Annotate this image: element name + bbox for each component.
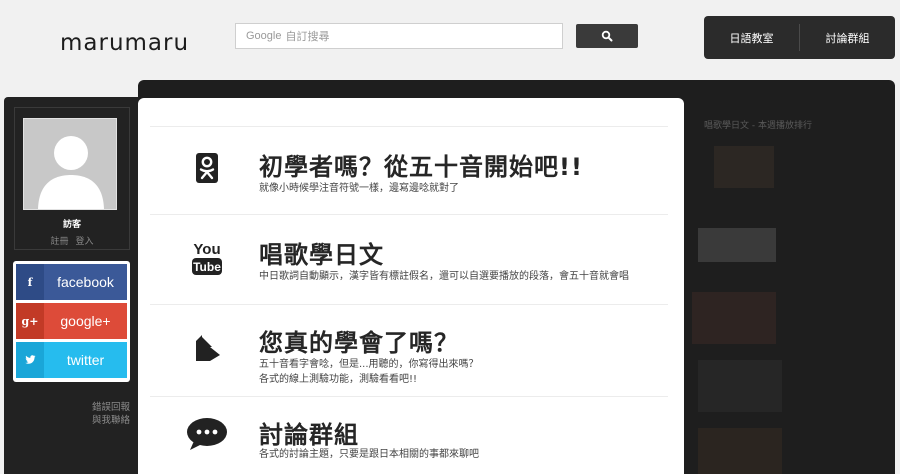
search-icon xyxy=(601,30,613,42)
youtube-icon: You Tube xyxy=(186,237,228,279)
main-card: 初學者嗎？從五十音開始吧!! 就像小時候學注音符號一樣，邊寫邊唸就對了 You … xyxy=(138,98,684,474)
feature-desc: 中日歌詞自動顯示，漢字皆有標註假名，還可以自選要播放的段落，會五十音就會唱 xyxy=(259,271,629,282)
feature-title: 初學者嗎？從五十音開始吧!! xyxy=(259,153,583,181)
quiz-icon xyxy=(186,327,228,369)
feature-songs[interactable]: You Tube 唱歌學日文 中日歌詞自動顯示，漢字皆有標註假名，還可以自選要播… xyxy=(150,214,668,304)
feature-desc: 五十音看字會唸，但是...用聽的，你寫得出來嗎？ 各式的線上測驗功能，測驗看看吧… xyxy=(259,359,479,385)
top-nav: 日語教室 討論群組 xyxy=(704,16,895,59)
chat-bubble-icon xyxy=(186,413,228,455)
ranking-column: 唱歌學日文 - 本週播放排行 xyxy=(692,98,890,474)
googleplus-button[interactable]: g+ google+ xyxy=(16,303,127,339)
feature-discussion[interactable]: 討論群組 各式的討論主題，只要是跟日本相關的事都來聊吧 xyxy=(150,396,668,474)
facebook-button[interactable]: f facebook xyxy=(16,264,127,300)
twitter-label: twitter xyxy=(44,342,127,378)
user-name: 訪客 xyxy=(62,220,81,230)
ranking-thumb-4[interactable] xyxy=(698,360,782,412)
facebook-label: facebook xyxy=(44,264,127,300)
ranking-thumb-2[interactable] xyxy=(698,228,776,262)
twitter-icon xyxy=(16,342,44,378)
feature-desc: 各式的討論主題，只要是跟日本相關的事都來聊吧 xyxy=(259,449,479,460)
register-link[interactable]: 註冊 xyxy=(51,237,69,247)
ranking-thumb-3[interactable] xyxy=(692,292,776,344)
search-brand: Google xyxy=(246,30,282,42)
feature-title: 您真的學會了嗎？ xyxy=(259,329,459,357)
search-placeholder: 自訂搜尋 xyxy=(285,30,330,43)
auth-links: 註冊 登入 xyxy=(14,234,130,247)
twitter-button[interactable]: twitter xyxy=(16,342,127,378)
feature-desc: 就像小時候學注音符號一樣，邊寫邊唸就對了 xyxy=(259,183,459,194)
search-input[interactable]: Google 自訂搜尋 xyxy=(235,23,563,49)
feature-beginner[interactable]: 初學者嗎？從五十音開始吧!! 就像小時候學注音符號一樣，邊寫邊唸就對了 xyxy=(150,126,668,214)
googleplus-label: google+ xyxy=(44,303,127,339)
site-logo[interactable]: marumaru xyxy=(60,30,189,56)
facebook-icon: f xyxy=(16,264,44,300)
nav-discussion-group[interactable]: 討論群組 xyxy=(800,16,895,59)
odnoklassniki-icon xyxy=(186,147,228,189)
feature-title: 唱歌學日文 xyxy=(259,241,384,269)
avatar xyxy=(23,118,117,210)
nav-japanese-class[interactable]: 日語教室 xyxy=(704,16,799,59)
googleplus-icon: g+ xyxy=(16,303,44,339)
ranking-thumb-1[interactable] xyxy=(714,146,774,188)
ranking-title: 唱歌學日文 - 本週播放排行 xyxy=(704,121,812,131)
error-report-link[interactable]: 錯誤回報 xyxy=(60,401,130,414)
feature-title: 討論群組 xyxy=(259,421,359,449)
login-link[interactable]: 登入 xyxy=(75,237,93,247)
svg-text:You: You xyxy=(193,241,220,258)
user-silhouette-icon xyxy=(38,136,104,209)
feature-quiz[interactable]: 您真的學會了嗎？ 五十音看字會唸，但是...用聽的，你寫得出來嗎？ 各式的線上測… xyxy=(150,304,668,396)
ranking-thumb-5[interactable] xyxy=(698,428,782,474)
feedback-links: 錯誤回報 與我聯絡 xyxy=(60,401,130,427)
search-button[interactable] xyxy=(576,24,638,48)
svg-text:Tube: Tube xyxy=(193,260,221,274)
contact-link[interactable]: 與我聯絡 xyxy=(60,414,130,427)
social-buttons: f facebook g+ google+ twitter xyxy=(13,261,130,382)
